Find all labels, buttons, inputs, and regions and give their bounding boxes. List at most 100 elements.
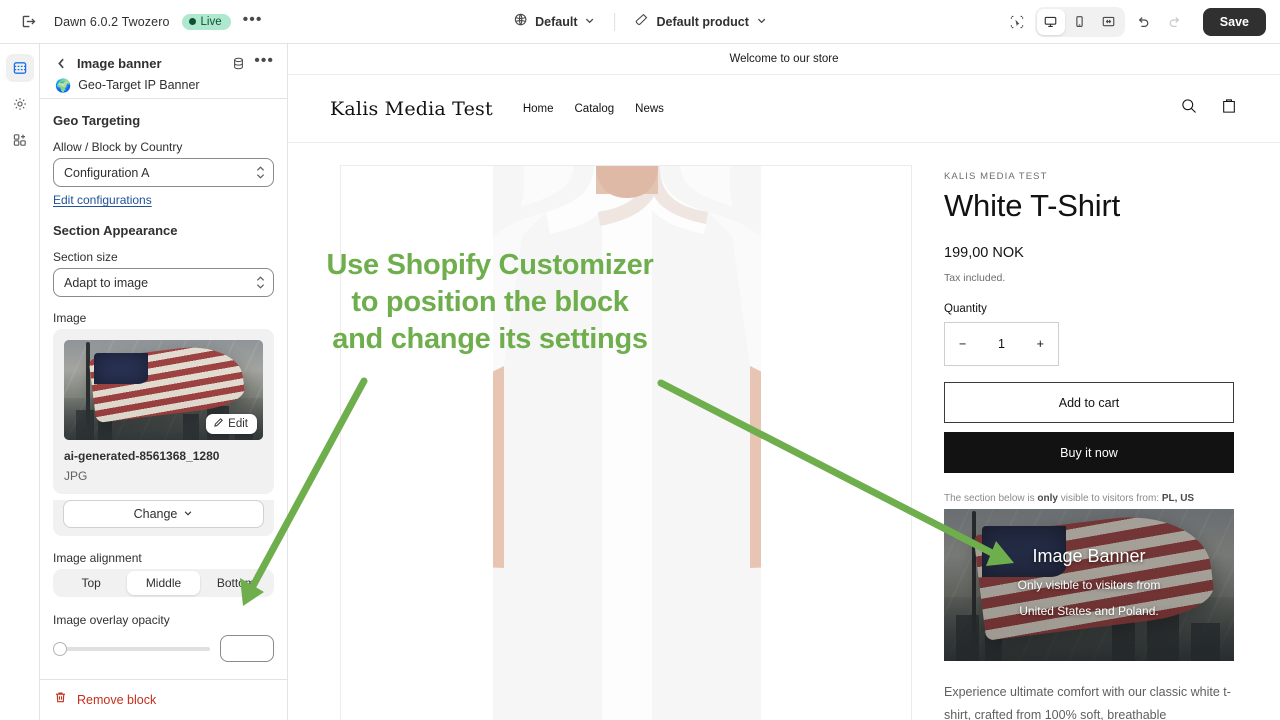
quantity-value[interactable]: 1 [998, 337, 1005, 351]
block-identity: 🌍 Geo-Target IP Banner [53, 78, 274, 92]
store-header-icons [1180, 97, 1238, 120]
device-fullscreen-button[interactable] [1095, 9, 1123, 35]
divider [614, 12, 616, 31]
left-rail [0, 44, 40, 720]
quantity-label: Quantity [944, 303, 987, 315]
geo-note-prefix: The section below is [944, 493, 1038, 504]
slider-handle[interactable] [53, 641, 67, 656]
save-button[interactable]: Save [1202, 7, 1266, 36]
rail-item-sections[interactable] [5, 54, 34, 82]
sidebar-footer: Remove block [40, 679, 287, 720]
banner-heading: Image Banner [1032, 546, 1146, 567]
nav-item-home[interactable]: Home [523, 103, 554, 115]
product-label: Default product [656, 14, 749, 29]
search-icon[interactable] [1180, 97, 1198, 120]
block-name: Geo-Target IP Banner [78, 78, 200, 92]
exit-icon[interactable] [14, 8, 42, 36]
geo-note-strong: only [1037, 493, 1058, 504]
flag-canton [93, 353, 148, 384]
product-price: 199,00 NOK [944, 245, 1024, 261]
store-logo[interactable]: Kalis Media Test [330, 98, 493, 120]
image-overlay-opacity-label: Image overlay opacity [53, 613, 170, 627]
inspector-select-icon[interactable] [1003, 8, 1031, 36]
nav-item-catalog[interactable]: Catalog [575, 103, 615, 115]
rail-item-apps[interactable] [6, 126, 34, 154]
alignment-option-top[interactable]: Top [55, 571, 127, 595]
image-thumbnail[interactable]: Edit [64, 340, 263, 440]
alignment-option-bottom[interactable]: Bottom [200, 571, 272, 595]
geo-note-middle: visible to visitors from: [1057, 493, 1162, 504]
chevron-down-icon [756, 13, 767, 31]
tag-icon [635, 12, 650, 32]
topbar-right-group: Save [1003, 6, 1266, 37]
overlay-opacity-input[interactable] [220, 635, 274, 662]
change-image-label: Change [133, 507, 178, 521]
product-image[interactable] [340, 165, 912, 720]
announcement-bar: Welcome to our store [288, 44, 1280, 75]
overlay-opacity-row [53, 635, 274, 662]
geo-image-banner-block[interactable]: Image Banner Only visible to visitors fr… [944, 509, 1234, 661]
geo-targeting-heading: Geo Targeting [53, 113, 141, 128]
edit-configurations-link[interactable]: Edit configurations [53, 193, 152, 207]
image-alignment-label: Image alignment [53, 551, 142, 565]
nav-item-news[interactable]: News [635, 103, 664, 115]
tax-note: Tax included. [944, 272, 1006, 284]
trash-icon [53, 690, 68, 710]
product-title: White T-Shirt [944, 188, 1120, 223]
device-mobile-button[interactable] [1066, 9, 1094, 35]
section-size-label: Section size [53, 250, 118, 264]
image-filename: ai-generated-8561368_1280 [64, 449, 220, 463]
locale-label: Default [535, 14, 578, 29]
product-details: KALIS MEDIA TEST White T-Shirt 199,00 NO… [944, 165, 1234, 720]
page-title: Image banner [77, 55, 162, 71]
product-page: KALIS MEDIA TEST White T-Shirt 199,00 NO… [288, 143, 1280, 720]
product-selector[interactable]: Default product [626, 8, 776, 36]
building [183, 414, 200, 440]
topbar-left-group: Dawn 6.0.2 Twozero Live ••• [0, 8, 262, 36]
geo-visibility-note: The section below is only visible to vis… [944, 493, 1234, 504]
live-label: Live [200, 15, 222, 28]
remove-block-button[interactable]: Remove block [77, 693, 156, 707]
chevron-down-icon [183, 507, 193, 521]
overlay-opacity-slider[interactable] [53, 641, 210, 656]
country-configuration-select[interactable]: Configuration A [53, 158, 274, 187]
device-toggle-group [1034, 6, 1125, 37]
add-to-cart-button[interactable]: Add to cart [944, 382, 1234, 423]
product-vendor: KALIS MEDIA TEST [944, 171, 1048, 182]
edit-image-label: Edit [228, 418, 248, 430]
theme-name: Dawn 6.0.2 Twozero [54, 14, 170, 29]
change-image-button[interactable]: Change [63, 500, 264, 528]
locale-selector[interactable]: Default [504, 8, 604, 36]
rail-item-theme-settings[interactable] [6, 90, 34, 118]
store-header: Kalis Media Test Home Catalog News [288, 75, 1280, 143]
buy-it-now-button[interactable]: Buy it now [944, 432, 1234, 473]
top-bar: Dawn 6.0.2 Twozero Live ••• Default Defa… [0, 0, 1280, 44]
sidebar-header: Image banner ••• 🌍 Geo-Target IP Banner [40, 44, 287, 98]
globe-icon [513, 12, 528, 32]
undo-icon[interactable] [1129, 8, 1157, 36]
live-dot-icon [188, 18, 196, 25]
chevron-left-icon[interactable] [53, 55, 69, 71]
change-image-wrap: Change [53, 500, 274, 536]
globe-emoji-icon: 🌍 [55, 77, 72, 93]
quantity-stepper[interactable]: − 1 + [944, 322, 1059, 366]
image-alignment-segmented-control: Top Middle Bottom [53, 569, 274, 597]
more-horizontal-icon[interactable]: ••• [254, 53, 274, 70]
chevron-down-icon [585, 13, 596, 31]
edit-image-button[interactable]: Edit [206, 414, 257, 434]
alignment-option-middle[interactable]: Middle [127, 571, 200, 595]
section-appearance-heading: Section Appearance [53, 223, 178, 238]
quantity-decrement-button[interactable]: − [959, 337, 966, 351]
tshirt-photo [341, 166, 911, 720]
sidebar-body: Geo Targeting Allow / Block by Country C… [40, 99, 287, 679]
pencil-icon [213, 417, 224, 431]
building [75, 410, 94, 440]
section-size-select[interactable]: Adapt to image [53, 268, 274, 297]
device-desktop-button[interactable] [1036, 8, 1065, 35]
database-icon[interactable] [231, 56, 246, 71]
select-chevrons-icon [256, 166, 265, 179]
cart-icon[interactable] [1220, 97, 1238, 120]
theme-more-icon[interactable]: ••• [243, 11, 263, 29]
store-preview: Welcome to our store Kalis Media Test Ho… [288, 44, 1280, 720]
quantity-increment-button[interactable]: + [1037, 337, 1044, 351]
